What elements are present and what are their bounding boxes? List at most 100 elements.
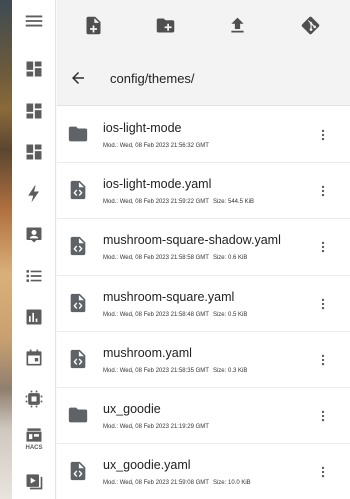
path-bar: config/themes/ xyxy=(57,50,350,106)
file-code-icon xyxy=(67,292,89,314)
file-list-item[interactable]: ux_goodie.yaml Mod.: Wed, 08 Feb 2023 21… xyxy=(57,444,350,499)
more-options-button[interactable] xyxy=(314,125,332,145)
file-meta: Mod.: Wed, 08 Feb 2023 21:59:22 GMT Size:… xyxy=(103,199,254,205)
more-vertical-icon xyxy=(321,242,325,253)
file-size: 0.6 KiB xyxy=(227,255,248,262)
more-options-button[interactable] xyxy=(314,237,332,257)
modified-label: Mod.: xyxy=(103,143,119,149)
file-code-icon xyxy=(67,460,89,482)
size-label: Size: xyxy=(212,480,227,487)
sidebar-item-person[interactable] xyxy=(12,217,56,253)
bar-chart-icon xyxy=(26,309,42,325)
modified-label: Mod.: xyxy=(103,199,119,206)
file-code-icon xyxy=(67,235,89,257)
size-label: Size: xyxy=(212,311,227,318)
git-icon xyxy=(301,16,319,34)
new-file-button[interactable] xyxy=(79,11,107,39)
menu-icon xyxy=(25,15,43,27)
file-size: 0.3 KiB xyxy=(227,367,248,374)
sidebar-item-hacs[interactable] xyxy=(12,423,56,447)
more-options-button[interactable] xyxy=(314,462,332,482)
lightning-icon xyxy=(28,185,39,203)
file-code-icon xyxy=(70,461,86,481)
file-editor-panel: config/themes/ ios-light-mode Mod.: Wed,… xyxy=(57,0,350,499)
sidebar-menu-button[interactable] xyxy=(12,3,56,39)
more-options-button[interactable] xyxy=(314,181,332,201)
modified-label: Mod.: xyxy=(103,367,119,374)
media-icon xyxy=(26,474,43,490)
sidebar-item-calendar[interactable] xyxy=(12,340,56,376)
modified-label: Mod.: xyxy=(103,423,119,430)
file-list-item[interactable]: mushroom-square-shadow.yaml Mod.: Wed, 0… xyxy=(57,219,350,276)
file-size: 0.5 KiB xyxy=(227,311,248,318)
current-path: config/themes/ xyxy=(110,71,195,86)
size-label: Size: xyxy=(212,199,227,206)
sidebar-hacs-label: HACS xyxy=(25,445,43,451)
calendar-icon xyxy=(26,349,42,366)
file-name: ux_goodie.yaml xyxy=(103,458,191,473)
toolbar xyxy=(57,0,350,50)
modified-label: Mod.: xyxy=(103,311,119,318)
modified-label: Mod.: xyxy=(103,255,119,262)
file-size: 10.0 KiB xyxy=(227,480,251,487)
sidebar-item-history[interactable] xyxy=(12,299,56,335)
modified-date: Wed, 08 Feb 2023 21:19:29 GMT xyxy=(119,423,209,430)
sidebar: HACS xyxy=(12,0,56,499)
sidebar-item-dashboard-2[interactable] xyxy=(12,93,56,129)
file-name: ios-light-mode.yaml xyxy=(103,177,212,192)
file-code-icon xyxy=(67,179,89,201)
more-vertical-icon xyxy=(321,185,325,197)
sidebar-item-esphome[interactable] xyxy=(12,381,56,417)
list-icon xyxy=(26,270,42,282)
dashboard-icon xyxy=(26,103,42,119)
file-meta: Mod.: Wed, 08 Feb 2023 21:59:08 GMT Size:… xyxy=(103,480,251,486)
file-name: mushroom-square-shadow.yaml xyxy=(103,233,281,248)
size-label: Size: xyxy=(212,255,227,262)
folder-plus-icon xyxy=(156,18,174,32)
sidebar-item-dashboard-3[interactable] xyxy=(12,134,56,170)
account-box-icon xyxy=(26,227,42,243)
sidebar-item-logbook[interactable] xyxy=(12,258,56,294)
git-button[interactable] xyxy=(296,11,324,39)
file-code-icon xyxy=(70,349,86,368)
file-meta: Mod.: Wed, 08 Feb 2023 21:58:35 GMT Size:… xyxy=(103,368,247,374)
more-options-button[interactable] xyxy=(314,294,332,314)
file-meta: Mod.: Wed, 08 Feb 2023 21:56:32 GMT xyxy=(103,143,213,149)
sidebar-item-media[interactable] xyxy=(12,463,56,499)
file-plus-icon xyxy=(86,16,100,34)
dashboard-icon xyxy=(26,61,42,77)
more-vertical-icon xyxy=(321,354,325,365)
modified-date: Wed, 08 Feb 2023 21:58:35 GMT xyxy=(119,367,209,374)
hacs-icon xyxy=(26,428,42,442)
folder-icon xyxy=(67,404,89,426)
dashboard-icon xyxy=(26,144,42,160)
sidebar-item-dashboard-1[interactable] xyxy=(12,51,56,87)
file-list-item[interactable]: mushroom-square.yaml Mod.: Wed, 08 Feb 2… xyxy=(57,275,350,332)
folder-icon xyxy=(68,126,88,142)
modified-label: Mod.: xyxy=(103,480,119,487)
file-name: mushroom.yaml xyxy=(103,345,192,360)
file-list-item[interactable]: mushroom.yaml Mod.: Wed, 08 Feb 2023 21:… xyxy=(57,331,350,388)
file-list-item[interactable]: ux_goodie Mod.: Wed, 08 Feb 2023 21:19:2… xyxy=(57,387,350,445)
more-vertical-icon xyxy=(321,466,325,478)
new-folder-button[interactable] xyxy=(151,11,179,39)
back-button[interactable] xyxy=(66,66,90,90)
file-name: ux_goodie xyxy=(103,401,161,416)
more-options-button[interactable] xyxy=(314,350,332,370)
file-meta: Mod.: Wed, 08 Feb 2023 21:19:29 GMT xyxy=(103,424,213,430)
size-label: Size: xyxy=(212,367,227,374)
modified-date: Wed, 08 Feb 2023 21:58:48 GMT xyxy=(119,311,209,318)
more-options-button[interactable] xyxy=(314,406,332,426)
modified-date: Wed, 08 Feb 2023 21:58:58 GMT xyxy=(119,255,209,262)
file-code-icon xyxy=(70,237,86,256)
modified-date: Wed, 08 Feb 2023 21:59:08 GMT xyxy=(119,480,209,487)
file-name: ios-light-mode xyxy=(103,121,182,135)
more-vertical-icon xyxy=(321,410,325,422)
file-list-item[interactable]: ios-light-mode.yaml Mod.: Wed, 08 Feb 20… xyxy=(57,163,350,220)
sidebar-item-energy[interactable] xyxy=(12,176,56,212)
file-list-item[interactable]: ios-light-mode Mod.: Wed, 08 Feb 2023 21… xyxy=(57,107,350,164)
upload-button[interactable] xyxy=(223,11,251,39)
upload-icon xyxy=(230,17,244,32)
file-size: 544.5 KiB xyxy=(227,199,255,206)
file-list: ios-light-mode Mod.: Wed, 08 Feb 2023 21… xyxy=(57,107,350,499)
